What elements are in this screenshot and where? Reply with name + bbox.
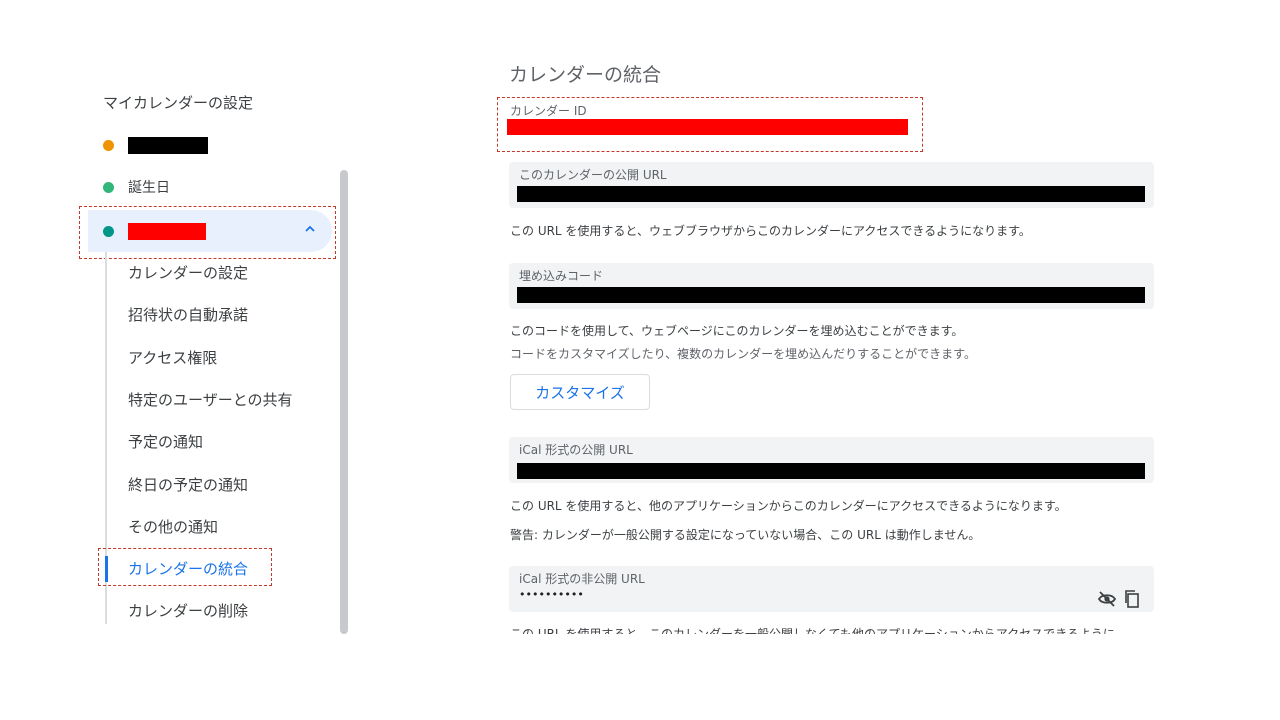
- embed-code-redacted: [517, 287, 1145, 303]
- calendar-color-dot: [103, 181, 114, 193]
- calendar-color-dot: [103, 139, 114, 151]
- embed-code-label: 埋め込みコード: [519, 269, 604, 283]
- submenu-allday-notifications[interactable]: 終日の予定の通知: [128, 474, 248, 495]
- ical-public-redacted: [517, 463, 1145, 479]
- ical-public-label: iCal 形式の公開 URL: [519, 443, 633, 457]
- sidebar-scrollbar[interactable]: [340, 170, 348, 634]
- annotation-box-calendar-id: [497, 97, 923, 152]
- ical-public-field[interactable]: iCal 形式の公開 URL: [509, 437, 1154, 483]
- ical-public-help: この URL を使用すると、他のアプリケーションからこのカレンダーにアクセスでき…: [510, 499, 1067, 513]
- calendar-item-birthdays[interactable]: 誕生日: [88, 166, 332, 208]
- annotation-box-calendar: [79, 206, 336, 259]
- submenu-auto-accept[interactable]: 招待状の自動承諾: [128, 304, 248, 325]
- copy-icon[interactable]: [1122, 589, 1142, 609]
- submenu-delete-calendar[interactable]: カレンダーの削除: [128, 600, 248, 621]
- ical-private-help: この URL を使用すると、このカレンダーを一般公開しなくても他のアプリケーショ…: [510, 627, 1115, 634]
- ical-private-field[interactable]: iCal 形式の非公開 URL ••••••••••: [509, 566, 1154, 612]
- submenu-calendar-settings[interactable]: カレンダーの設定: [128, 262, 248, 283]
- ical-private-masked-value: ••••••••••: [519, 588, 584, 601]
- sidebar-title: マイカレンダーの設定: [103, 94, 254, 112]
- submenu-share-with-people[interactable]: 特定のユーザーとの共有: [128, 389, 293, 410]
- public-url-label: このカレンダーの公開 URL: [519, 168, 667, 182]
- annotation-box-integrate: [98, 548, 272, 586]
- calendar-item-1[interactable]: [88, 124, 332, 166]
- calendar-name: 誕生日: [128, 180, 170, 196]
- embed-code-help: このコードを使用して、ウェブページにこのカレンダーを埋め込むことができます。: [510, 324, 964, 338]
- submenu-event-notifications[interactable]: 予定の通知: [128, 431, 203, 452]
- submenu-access-permissions[interactable]: アクセス権限: [128, 347, 217, 368]
- ical-public-warning: 警告: カレンダーが一般公開する設定になっていない場合、この URL は動作しま…: [510, 528, 981, 542]
- public-url-redacted: [517, 186, 1145, 202]
- embed-code-help-sub: コードをカスタマイズしたり、複数のカレンダーを埋め込んだりすることができます。: [510, 347, 976, 361]
- submenu-other-notifications[interactable]: その他の通知: [128, 516, 218, 537]
- ical-private-help-clip: この URL を使用すると、このカレンダーを一般公開しなくても他のアプリケーショ…: [510, 622, 1155, 634]
- public-url-field[interactable]: このカレンダーの公開 URL: [509, 162, 1154, 208]
- embed-code-field[interactable]: 埋め込みコード: [509, 263, 1154, 309]
- eye-off-icon[interactable]: [1097, 589, 1117, 609]
- ical-private-label: iCal 形式の非公開 URL: [519, 572, 645, 586]
- section-title: カレンダーの統合: [509, 64, 662, 86]
- public-url-help: この URL を使用すると、ウェブブラウザからこのカレンダーにアクセスできるよう…: [510, 224, 1031, 238]
- customize-button[interactable]: カスタマイズ: [510, 374, 650, 410]
- calendar-name-redacted: [128, 136, 208, 154]
